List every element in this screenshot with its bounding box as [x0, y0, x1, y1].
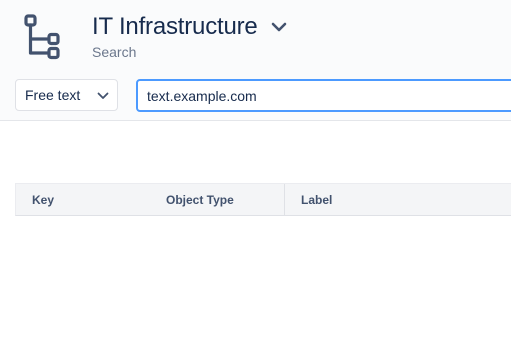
chevron-down-icon [97, 92, 109, 99]
page-subtitle: Search [92, 44, 137, 60]
search-input[interactable] [136, 79, 511, 112]
column-header-key[interactable]: Key [16, 184, 151, 215]
column-header-label[interactable]: Label [285, 184, 511, 215]
column-header-object-type[interactable]: Object Type [151, 184, 285, 215]
title-row: IT Infrastructure [92, 13, 288, 41]
hierarchy-tree-icon [24, 14, 60, 60]
search-mode-select[interactable]: Free text [15, 79, 118, 111]
page: IT Infrastructure Search Free text Key O… [0, 0, 511, 360]
table-header: Key Object Type Label [15, 183, 511, 216]
search-mode-value: Free text [25, 87, 81, 103]
page-title: IT Infrastructure [92, 13, 258, 40]
chevron-down-icon[interactable] [270, 18, 288, 36]
header: IT Infrastructure Search Free text [0, 0, 511, 121]
